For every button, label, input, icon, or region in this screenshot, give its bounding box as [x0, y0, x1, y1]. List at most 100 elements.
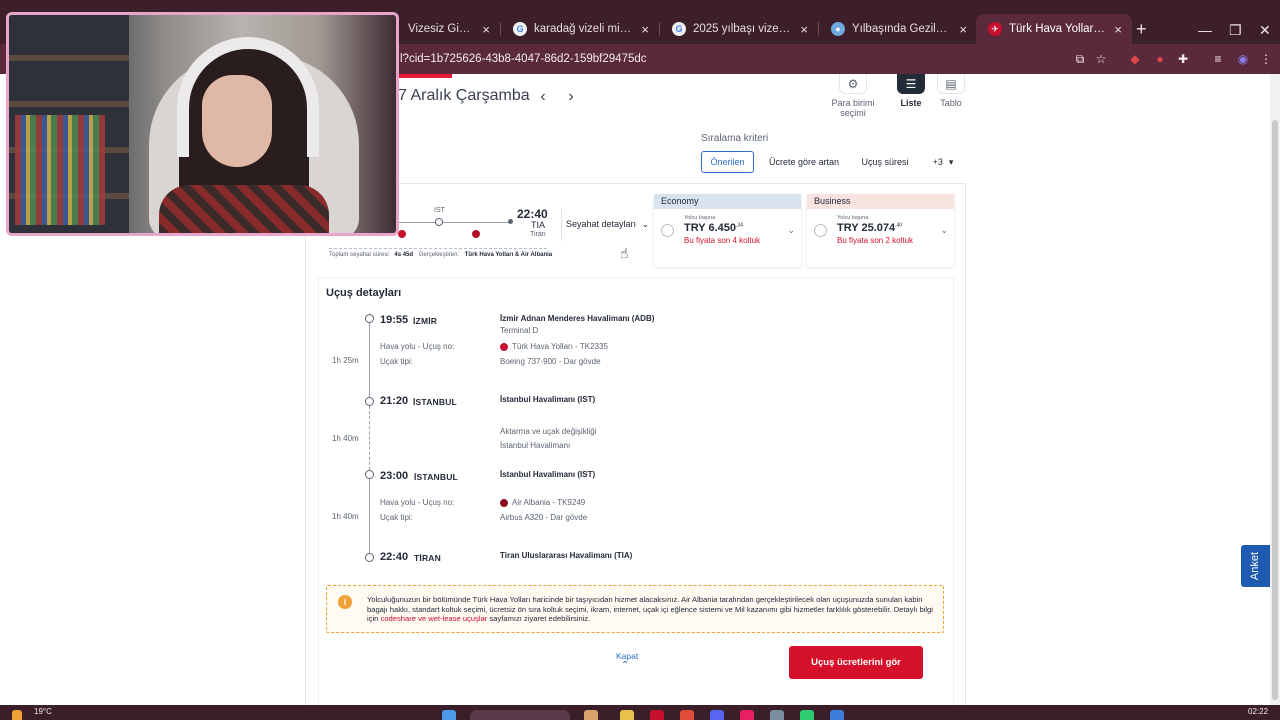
app-icon[interactable] — [770, 710, 784, 720]
arrival-city: Tiran — [530, 231, 546, 238]
flight-details-title: Uçuş detayları — [326, 287, 402, 299]
folder-icon[interactable] — [620, 710, 634, 720]
airline-value: Türk Hava Yolları - TK2335 — [500, 342, 608, 351]
sort-price-button[interactable]: Ücrete göre artan — [764, 151, 844, 173]
google-icon: G — [672, 22, 686, 36]
browser-tab[interactable]: G karadağ vizeli mi 2025 - Google × — [501, 14, 659, 44]
chevron-down-icon: ⌄ — [641, 219, 650, 229]
timeline-line-transfer — [369, 406, 370, 470]
scrollbar-thumb[interactable] — [1272, 120, 1278, 700]
next-date-button[interactable]: › — [562, 88, 580, 106]
sort-duration-button[interactable]: Uçuş süresi — [856, 151, 914, 173]
close-icon[interactable]: × — [800, 22, 808, 37]
air-albania-logo-icon — [500, 498, 508, 507]
star-icon[interactable]: ☆ — [1093, 51, 1109, 67]
list-view-button[interactable]: ☰ Liste — [896, 74, 926, 108]
transfer-place: İstanbul Havalimanı — [500, 441, 571, 450]
survey-label: Anket — [1249, 551, 1262, 581]
extension-icon[interactable]: ● — [1152, 51, 1168, 67]
close-window-icon[interactable]: ✕ — [1259, 22, 1271, 39]
fare-card-business[interactable]: Business Yolcu başına TRY 25.074,40 Bu f… — [807, 194, 954, 267]
view-option-label: Para birimi seçimi — [831, 98, 875, 118]
leg-duration: 1h 40m — [332, 512, 359, 521]
chevron-down-icon: ⌄ — [940, 225, 948, 235]
sort-title: Sıralama kriteri — [701, 133, 769, 144]
sort-more-button[interactable]: +3 ▾ — [926, 151, 960, 173]
close-icon[interactable]: × — [959, 22, 967, 37]
tab-title: Türk Hava Yolları Rezervasyon — [1009, 23, 1106, 35]
stop-dot — [435, 218, 443, 226]
close-icon[interactable]: × — [641, 22, 649, 37]
puzzle-icon[interactable]: ✚ — [1175, 51, 1191, 67]
survey-button[interactable]: Anket — [1241, 545, 1270, 587]
fare-radio[interactable] — [661, 224, 674, 237]
departure-airport: İzmir Adnan Menderes Havalimanı (ADB) — [500, 314, 655, 323]
restore-icon[interactable]: ❐ — [1229, 22, 1242, 39]
list-icon: ☰ — [897, 74, 925, 94]
start-icon[interactable] — [442, 710, 456, 720]
aircraft-key: Uçak tipi: — [380, 513, 413, 522]
close-icon[interactable]: × — [482, 22, 490, 37]
menu-icon[interactable]: ⋮ — [1258, 51, 1274, 67]
minimize-icon[interactable]: — — [1198, 22, 1212, 38]
extension-icon[interactable]: ◆ — [1127, 51, 1143, 67]
leg-duration: 1h 25m — [332, 356, 359, 365]
browser-tab[interactable]: G 2025 yılbaşı vizesiz - Google'da × — [660, 14, 818, 44]
browser-tab-active[interactable]: ✈ Türk Hava Yolları Rezervasyon × — [976, 14, 1132, 44]
seat-warning: Bu fiyata son 2 koltuk — [837, 236, 914, 245]
weather-temp[interactable]: 19°C — [34, 707, 52, 716]
terminal: Terminal D — [500, 326, 539, 335]
app-icon[interactable] — [584, 710, 598, 720]
app-icon[interactable] — [650, 710, 664, 720]
profile-icon[interactable]: ◉ — [1235, 51, 1251, 67]
app-icon[interactable] — [740, 710, 754, 720]
airline-flight: Türk Hava Yolları - TK2335 — [512, 342, 608, 351]
search-box[interactable] — [470, 710, 570, 720]
media-icon[interactable]: ≡ — [1210, 51, 1226, 67]
fare-radio[interactable] — [814, 224, 827, 237]
codeshare-link[interactable]: codeshare ve wet-lease uçuşlar — [381, 614, 488, 623]
travel-details-toggle[interactable]: Seyahat detayları ⌄ — [566, 219, 649, 230]
route-line — [398, 222, 512, 223]
app-icon[interactable] — [800, 710, 814, 720]
sort-recommended-button[interactable]: Önerilen — [701, 151, 754, 173]
timeline-dot — [365, 314, 374, 323]
fare-card-economy[interactable]: Economy Yolcu başına TRY 6.450,34 Bu fiy… — [654, 194, 801, 267]
clock[interactable]: 02:22 — [1248, 707, 1268, 716]
translate-icon[interactable]: ⧉ — [1072, 51, 1088, 67]
fare-class-label: Economy — [654, 194, 801, 209]
discord-icon[interactable] — [710, 710, 724, 720]
tab-title: 2025 yılbaşı vizesiz - Google'da — [693, 23, 793, 35]
airline-key: Hava yolu - Uçuş no: — [380, 342, 455, 351]
dashed-divider — [329, 248, 547, 249]
streamer-shirt — [159, 185, 329, 233]
chrome-icon[interactable] — [680, 710, 694, 720]
airline-flight: Air Albania - TK9249 — [512, 498, 586, 507]
currency-select-button[interactable]: ⚙ Para birimi seçimi — [818, 74, 888, 118]
operated-label: Gerçekleştiren: — [418, 252, 460, 258]
weather-icon — [12, 710, 22, 720]
prev-date-button[interactable]: ‹ — [534, 88, 552, 106]
thy-icon: ✈ — [988, 22, 1002, 36]
browser-tab[interactable]: Vizesiz Gidilecek Ü × — [396, 14, 500, 44]
notice-suffix: sayfamızı ziyaret edebilirsiniz. — [487, 614, 591, 624]
departure-city: İSTANBUL — [414, 472, 458, 482]
selected-date: 7 Aralık Çarşamba — [398, 87, 530, 104]
travel-details-label: Seyahat detayları — [566, 219, 637, 229]
view-fares-button[interactable]: Uçuş ücretlerini gör — [789, 646, 923, 679]
total-duration-value: 4s 45d — [394, 252, 414, 258]
view-option-label: Tablo — [940, 98, 962, 108]
chevron-up-icon[interactable]: ⌃ — [621, 660, 629, 671]
taskbar — [0, 705, 1280, 720]
fare-price: TRY 25.074,40 — [837, 222, 902, 234]
browser-tab[interactable]: ● Yılbaşında Gezilecek Yerler: Viz × — [819, 14, 977, 44]
table-view-button[interactable]: ▤ Tablo — [936, 74, 966, 108]
url-field[interactable]: l?cid=1b725626-43b8-4047-86d2-159bf29475… — [400, 53, 647, 65]
arrival-airport: İstanbul Havalimanı (IST) — [500, 395, 596, 404]
arrival-city: TİRAN — [414, 553, 441, 563]
close-icon[interactable]: × — [1114, 22, 1122, 37]
new-tab-button[interactable]: + — [1136, 20, 1147, 38]
google-icon: G — [513, 22, 527, 36]
app-icon[interactable] — [830, 710, 844, 720]
seat-warning: Bu fiyata son 4 koltuk — [684, 236, 761, 245]
